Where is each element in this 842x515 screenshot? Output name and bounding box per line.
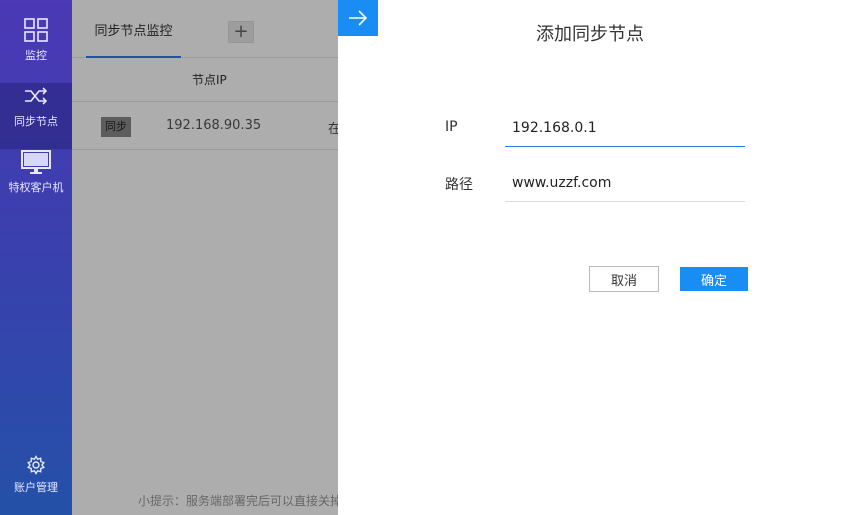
ip-label: IP: [445, 119, 458, 135]
panel-title: 添加同步节点: [536, 24, 644, 45]
cancel-button[interactable]: 取消: [589, 266, 659, 292]
shuffle-icon: [25, 87, 48, 105]
path-field[interactable]: [505, 164, 745, 202]
monitor-icon: [21, 150, 51, 174]
ip-field[interactable]: [505, 109, 745, 147]
grid-icon: [24, 18, 48, 42]
sidebar: 监控 同步节点 特权客户机 账户管理: [0, 0, 72, 515]
gear-icon: [27, 455, 45, 475]
sidebar-item-account[interactable]: 账户管理: [0, 455, 72, 505]
sidebar-item-label: 特权客户机: [8, 181, 64, 194]
modal-overlay[interactable]: [72, 0, 338, 515]
sidebar-item-label: 同步节点: [14, 115, 58, 128]
path-label: 路径: [445, 177, 473, 193]
sidebar-item-monitor[interactable]: 监控: [0, 17, 72, 83]
sidebar-item-sync-nodes[interactable]: 同步节点: [0, 83, 72, 149]
add-sync-node-panel: 添加同步节点 IP 路径 取消 确定: [338, 0, 842, 515]
sidebar-item-privileged-clients[interactable]: 特权客户机: [0, 149, 72, 215]
sidebar-item-label: 账户管理: [14, 481, 58, 494]
sidebar-item-label: 监控: [25, 49, 47, 62]
confirm-button[interactable]: 确定: [680, 267, 748, 291]
